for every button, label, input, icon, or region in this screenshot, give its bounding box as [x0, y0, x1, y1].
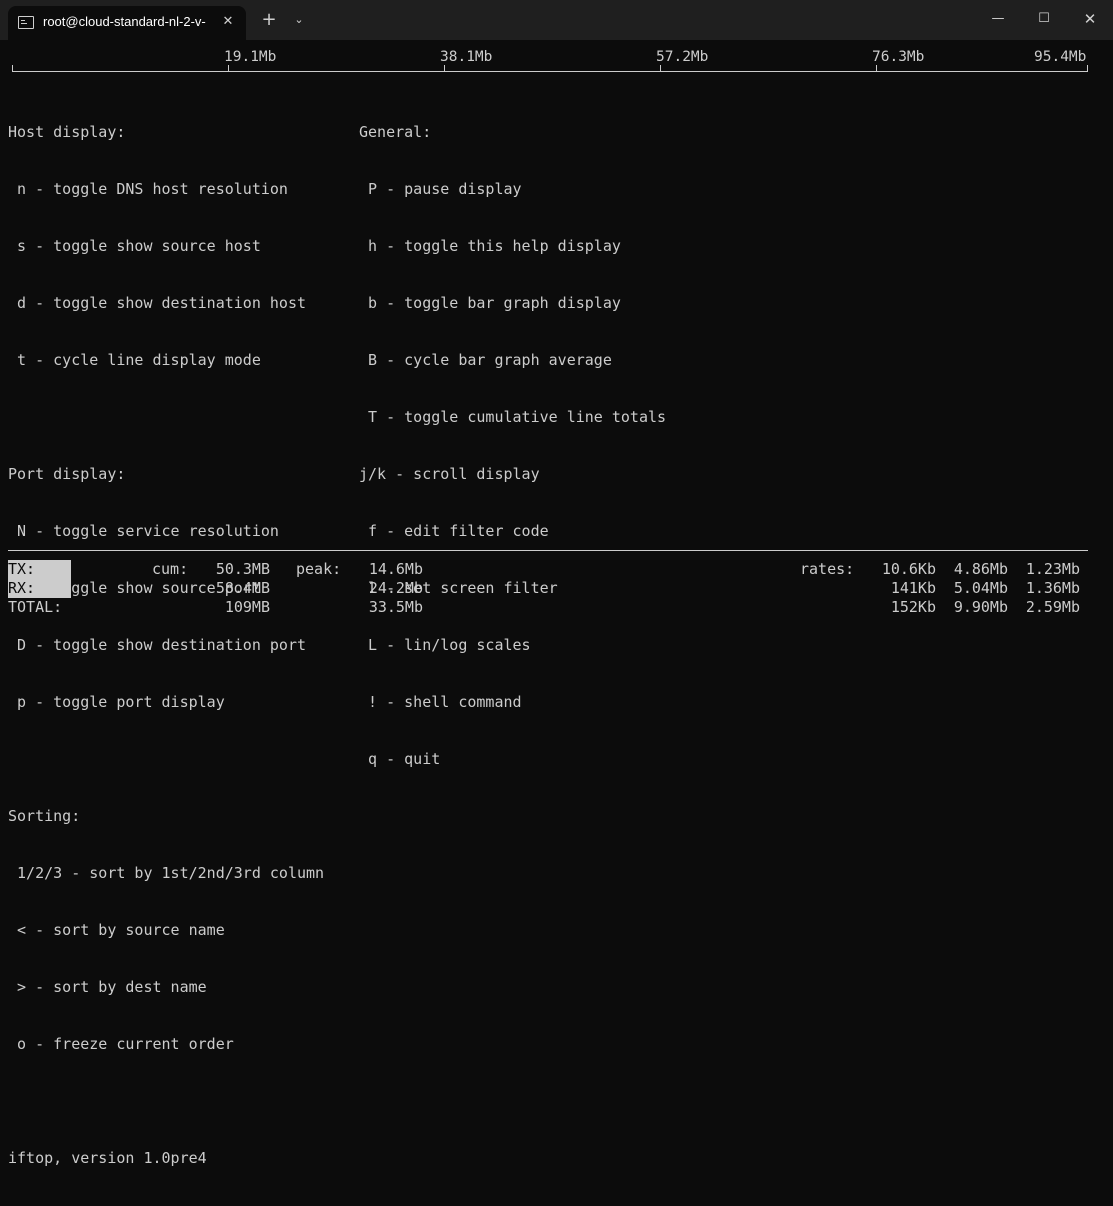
- help-left-column: Host display: n - toggle DNS host resolu…: [8, 85, 324, 1206]
- tx-cum: 50.3MB: [215, 560, 270, 578]
- rx-rate-2s: 141Kb: [890, 579, 936, 597]
- scale-label: 38.1Mb: [440, 49, 493, 65]
- help-line: t - cycle line display mode: [8, 351, 261, 369]
- scale-tick: [660, 65, 661, 72]
- help-line: f - edit filter code: [359, 522, 549, 540]
- help-line: d - toggle show destination host: [8, 294, 307, 312]
- help-line: n - toggle DNS host resolution: [8, 180, 288, 198]
- rx-label: RX:: [8, 579, 71, 598]
- terminal-icon: [18, 16, 34, 29]
- scale-axis: [12, 71, 1088, 72]
- total-rate-2s: 152Kb: [890, 598, 936, 616]
- help-line: o - freeze current order: [8, 1035, 234, 1053]
- cum-label: cum:: [152, 560, 189, 578]
- rx-peak: 24.2Mb: [368, 579, 423, 597]
- total-rate-40s: 2.59Mb: [1025, 598, 1080, 616]
- rates-label: rates:: [800, 560, 855, 578]
- scale-tick: [876, 65, 877, 72]
- total-rate-10s: 9.90Mb: [953, 598, 1008, 616]
- scale-tick: [12, 65, 13, 72]
- tab-close-icon[interactable]: ✕: [221, 13, 235, 31]
- total-peak: 33.5Mb: [368, 598, 423, 616]
- rx-rate-10s: 5.04Mb: [953, 579, 1008, 597]
- rx-cum: 58.4MB: [215, 579, 270, 597]
- terminal-tab[interactable]: root@cloud-standard-nl-2-v- ✕: [8, 6, 246, 40]
- maximize-button[interactable]: ☐: [1021, 0, 1067, 38]
- scale-tick: [228, 65, 229, 72]
- help-line: T - toggle cumulative line totals: [359, 408, 667, 426]
- help-line: j/k - scroll display: [359, 465, 540, 483]
- help-line: Port display:: [8, 465, 126, 483]
- help-line: [8, 1092, 324, 1111]
- chevron-down-icon[interactable]: ⌄: [290, 11, 308, 29]
- tab-title: root@cloud-standard-nl-2-v-: [43, 14, 206, 29]
- help-line: [8, 408, 324, 427]
- help-line: 1/2/3 - sort by 1st/2nd/3rd column: [8, 864, 325, 882]
- help-line: L - lin/log scales: [359, 636, 531, 654]
- version-text: iftop, version 1.0pre4: [8, 1149, 207, 1167]
- terminal-content[interactable]: 19.1Mb 38.1Mb 57.2Mb 76.3Mb 95.4Mb Host …: [0, 40, 1113, 1167]
- close-button[interactable]: ✕: [1067, 0, 1113, 38]
- help-line: > - sort by dest name: [8, 978, 207, 996]
- help-line: q - quit: [359, 750, 441, 768]
- help-line: Host display:: [8, 123, 126, 141]
- help-line: b - toggle bar graph display: [359, 294, 621, 312]
- help-line: s - toggle show source host: [8, 237, 261, 255]
- help-line: N - toggle service resolution: [8, 522, 279, 540]
- tx-label: TX:: [8, 560, 71, 579]
- tx-peak: 14.6Mb: [368, 560, 423, 578]
- scale-tick: [444, 65, 445, 72]
- scale-tick: [1087, 65, 1088, 72]
- tx-rate-10s: 4.86Mb: [953, 560, 1008, 578]
- help-line: [8, 750, 324, 769]
- help-line: P - pause display: [359, 180, 522, 198]
- scale-label: 95.4Mb: [1034, 49, 1087, 65]
- help-line: General:: [359, 123, 432, 141]
- footer-separator: [8, 550, 1088, 551]
- rx-rate-40s: 1.36Mb: [1025, 579, 1080, 597]
- help-line: h - toggle this help display: [359, 237, 621, 255]
- help-right-column: General: P - pause display h - toggle th…: [359, 85, 666, 807]
- new-tab-icon[interactable]: +: [260, 11, 278, 29]
- help-line: B - cycle bar graph average: [359, 351, 612, 369]
- title-bar: root@cloud-standard-nl-2-v- ✕ + ⌄ — ☐ ✕: [0, 0, 1113, 40]
- minimize-button[interactable]: —: [975, 0, 1021, 38]
- total-cum: 109MB: [224, 598, 270, 616]
- help-line: D - toggle show destination port: [8, 636, 307, 654]
- help-line: < - sort by source name: [8, 921, 225, 939]
- total-label: TOTAL:: [8, 598, 63, 616]
- scale-label: 57.2Mb: [656, 49, 709, 65]
- tx-rate-2s: 10.6Kb: [881, 560, 936, 578]
- help-line: ! - shell command: [359, 693, 522, 711]
- scale-label: 19.1Mb: [224, 49, 277, 65]
- scale-label: 76.3Mb: [872, 49, 925, 65]
- peak-label: peak:: [296, 560, 342, 578]
- help-line: Sorting:: [8, 807, 81, 825]
- tx-rate-40s: 1.23Mb: [1025, 560, 1080, 578]
- help-line: p - toggle port display: [8, 693, 225, 711]
